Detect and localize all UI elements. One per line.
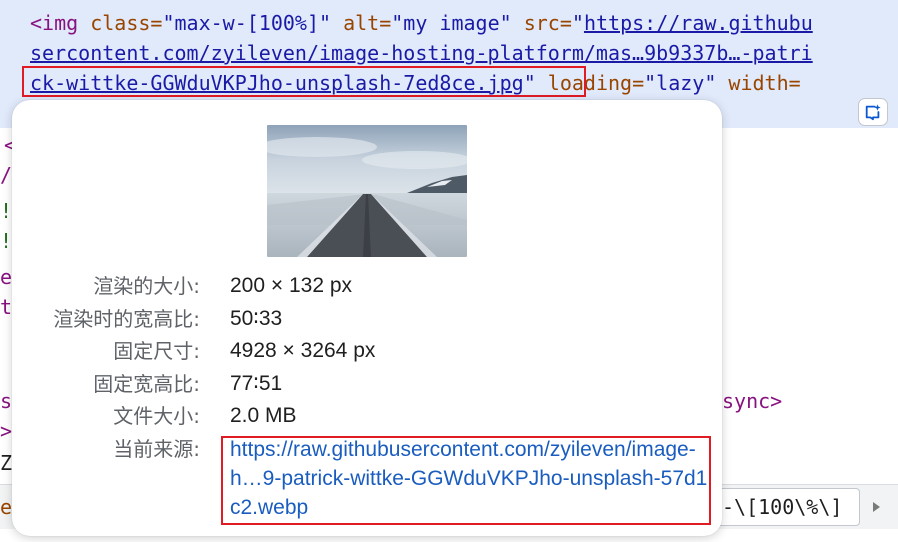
info-row-file-size: 文件大小: 2.0 MB (12, 400, 722, 432)
code-fragment-left: e (0, 265, 13, 289)
current-source-label: 当前来源: (113, 437, 200, 461)
rendered-aspect-value: 50∶33 (230, 307, 283, 330)
src-link-part1[interactable]: https://raw.githubu (584, 11, 813, 35)
info-row-rendered-aspect: 渲染时的宽高比: 50∶33 (12, 303, 722, 335)
rendered-size-value: 200 × 132 px (230, 274, 353, 297)
val-loading: "lazy" (644, 71, 717, 95)
sparkle-edit-icon (865, 104, 881, 121)
bottom-left-fragment: e (0, 495, 13, 519)
code-fragment-left: s (0, 389, 13, 413)
triangle-right-icon[interactable] (866, 494, 886, 520)
attr-class: class= (78, 11, 163, 35)
intrinsic-size-value: 4928 × 3264 px (230, 339, 376, 362)
rendered-aspect-label: 渲染时的宽高比: (53, 307, 200, 331)
code-fragment-left: ! (0, 199, 13, 223)
info-row-intrinsic-size: 固定尺寸: 4928 × 3264 px (12, 335, 722, 367)
ai-assistance-button[interactable] (858, 98, 888, 126)
code-fragment-left: > (0, 419, 13, 443)
attr-src: src= (511, 11, 572, 35)
val-class: "max-w-[100%]" (162, 11, 332, 35)
file-size-value: 2.0 MB (230, 404, 297, 427)
intrinsic-size-label: 固定尺寸: (113, 339, 200, 363)
src-quote-open: " (571, 11, 584, 35)
code-fragment-left: ! (0, 229, 13, 253)
code-line-1[interactable]: <img class="max-w-[100%]" alt="my image"… (30, 8, 813, 38)
annotation-box-current-source (221, 436, 711, 525)
info-row-rendered-size: 渲染的大小: 200 × 132 px (12, 270, 722, 302)
code-line-2[interactable]: sercontent.com/zyileven/image-hosting-pl… (30, 38, 813, 68)
breadcrumb-class[interactable]: -\[100\%\] (722, 494, 842, 520)
info-row-intrinsic-aspect: 固定宽高比: 77∶51 (12, 368, 722, 400)
code-fragment-left: t (0, 295, 13, 319)
attr-alt: alt= (331, 11, 392, 35)
image-thumbnail (267, 125, 467, 257)
code-fragment-left: / (0, 163, 13, 187)
rendered-size-label: 渲染的大小: (93, 274, 200, 298)
road-landscape-image (267, 125, 467, 257)
annotation-box-src-filename (22, 66, 586, 97)
intrinsic-aspect-label: 固定宽高比: (93, 372, 200, 396)
intrinsic-aspect-value: 77∶51 (230, 372, 283, 395)
attr-width: width= (716, 71, 801, 95)
file-size-label: 文件大小: (113, 404, 200, 428)
src-link-part2[interactable]: sercontent.com/zyileven/image-hosting-pl… (30, 41, 813, 65)
image-preview-popover: 渲染的大小: 200 × 132 px 渲染时的宽高比: 50∶33 固定尺寸:… (12, 100, 722, 536)
code-fragment-left: Z (0, 451, 13, 475)
img-tag-open: <img (30, 11, 79, 35)
val-alt: "my image" (391, 11, 512, 35)
code-fragment-right: sync> (722, 389, 783, 413)
